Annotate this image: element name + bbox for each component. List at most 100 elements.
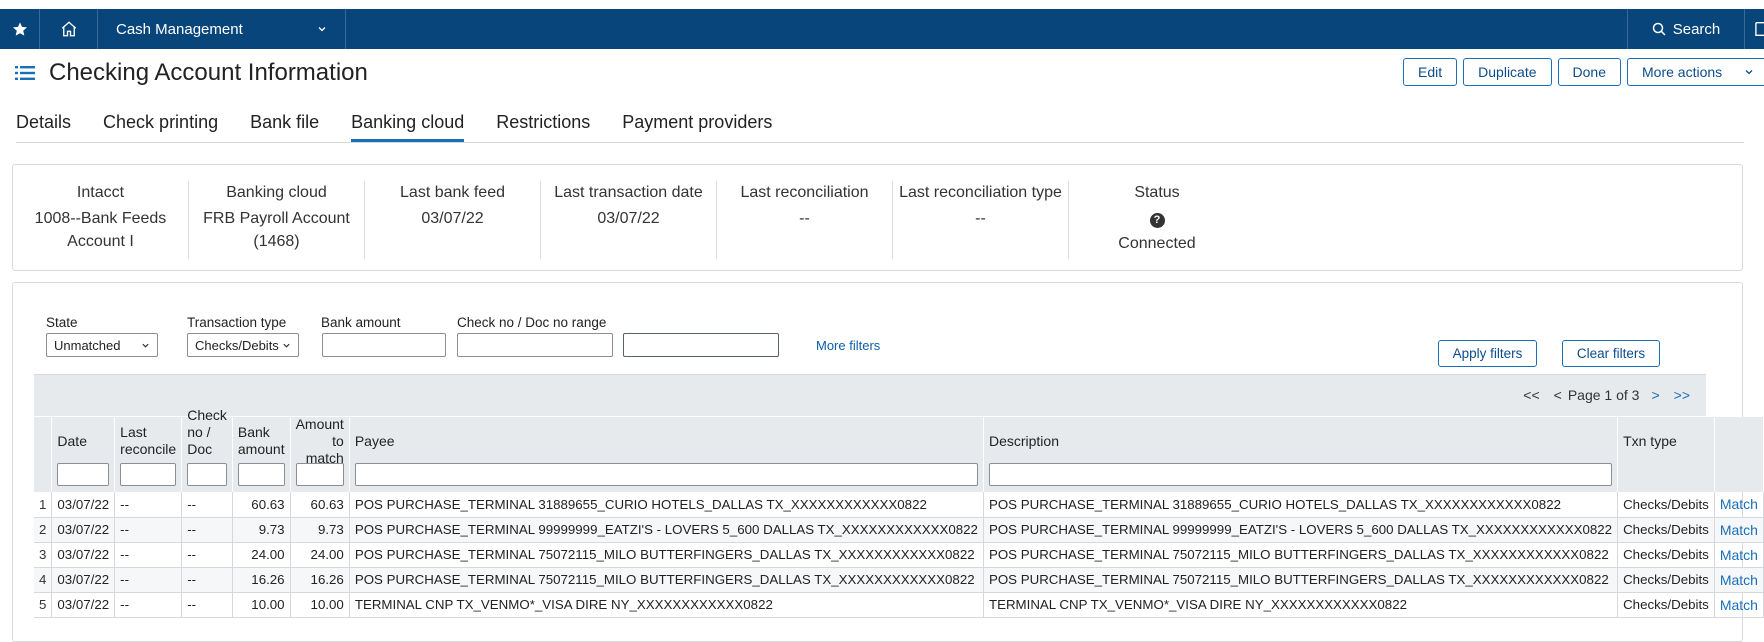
summary-label: Last reconciliation type xyxy=(899,184,1062,201)
cell-txn-type: Checks/Debits xyxy=(1617,567,1715,593)
summary-value: 03/07/22 xyxy=(597,210,660,227)
column-header-bank-amount[interactable]: Bank amount xyxy=(232,417,291,492)
column-header-description[interactable]: Description xyxy=(983,417,1619,492)
cell-amount-to-match: 60.63 xyxy=(290,492,350,518)
cell-description: TERMINAL CNP TX_VENMO*_VISA DIRE NY_XXXX… xyxy=(983,592,1619,618)
match-link[interactable]: Match xyxy=(1720,597,1758,613)
summary-value: 1008--Bank Feeds Account I xyxy=(34,210,167,250)
top-strip xyxy=(0,0,1764,9)
cell-description: POS PURCHASE_TERMINAL 75072115_MILO BUTT… xyxy=(983,542,1619,568)
cell-payee: POS PURCHASE_TERMINAL 31889655_CURIO HOT… xyxy=(349,492,984,518)
apply-filters-button[interactable]: Apply filters xyxy=(1438,340,1537,367)
summary-label: Intacct xyxy=(76,184,125,201)
payee-column-filter[interactable] xyxy=(354,463,978,486)
tabs-divider xyxy=(16,142,1744,143)
first-page-button[interactable]: << xyxy=(1523,387,1539,403)
search-button[interactable]: Search xyxy=(1627,9,1744,49)
summary-value: -- xyxy=(975,210,986,227)
question-circle-icon[interactable]: ? xyxy=(1149,213,1165,228)
last-page-button[interactable]: >> xyxy=(1674,387,1690,403)
column-header-payee[interactable]: Payee xyxy=(349,417,984,492)
last-reconcile-column-filter[interactable] xyxy=(120,463,177,486)
check-range-to-input[interactable] xyxy=(623,333,779,357)
check-range-from-input[interactable] xyxy=(457,333,613,357)
next-page-button[interactable]: > xyxy=(1651,387,1659,403)
match-link[interactable]: Match xyxy=(1720,547,1758,563)
header-label: Payee xyxy=(354,432,395,449)
pagination-bar: << < Page 1 of 3 > >> xyxy=(34,374,1706,416)
page-indicator: Page 1 of 3 xyxy=(1567,387,1640,403)
cell-txn-type: Checks/Debits xyxy=(1617,592,1715,618)
tab-banking-cloud[interactable]: Banking cloud xyxy=(351,112,465,142)
bank-amount-filter-input[interactable] xyxy=(322,333,446,357)
header-label: Txn type xyxy=(1623,432,1677,449)
cell-payee: POS PURCHASE_TERMINAL 75072115_MILO BUTT… xyxy=(349,542,984,568)
cell-bank-amount: 24.00 xyxy=(232,542,291,568)
tab-check-printing[interactable]: Check printing xyxy=(103,112,218,142)
cell-date: 03/07/22 xyxy=(51,517,116,543)
bank-amount-filter-label: Bank amount xyxy=(321,315,401,330)
done-button[interactable]: Done xyxy=(1557,58,1621,86)
state-filter-select[interactable]: Unmatched xyxy=(46,333,158,357)
cell-check-no: -- xyxy=(181,492,233,518)
summary-label: Banking cloud xyxy=(226,184,327,201)
more-filters-link[interactable]: More filters xyxy=(816,338,880,353)
date-column-filter[interactable] xyxy=(57,463,110,486)
column-header-txn-type[interactable]: Txn type xyxy=(1617,417,1715,492)
list-menu-icon[interactable] xyxy=(15,65,35,81)
cell-bank-amount: 16.26 xyxy=(232,567,291,593)
column-header-check-no[interactable]: Check no / Doc no xyxy=(181,407,233,492)
edit-button[interactable]: Edit xyxy=(1403,58,1458,86)
transaction-type-filter-select[interactable]: Checks/Debits xyxy=(187,333,299,357)
table-row[interactable]: 1 03/07/22 -- -- 60.63 60.63 POS PURCHASE_TERM… xyxy=(34,492,1764,518)
cell-bank-amount: 9.73 xyxy=(232,517,291,543)
tab-restrictions[interactable]: Restrictions xyxy=(496,112,590,142)
match-cell: Match xyxy=(1714,567,1764,593)
column-header-last-reconcile[interactable]: Last reconcile xyxy=(114,417,183,492)
cell-txn-type: Checks/Debits xyxy=(1617,542,1715,568)
table-row[interactable]: 4 03/07/22 -- -- 16.26 16.26 POS PURCHASE_TERM… xyxy=(34,567,1764,593)
status-value: Connected xyxy=(1118,235,1196,252)
search-label: Search xyxy=(1672,20,1721,38)
match-link[interactable]: Match xyxy=(1720,572,1758,588)
duplicate-button[interactable]: Duplicate xyxy=(1463,58,1552,86)
header-label: Description xyxy=(988,432,1059,449)
state-filter-value: Unmatched xyxy=(54,337,121,353)
tab-payment-providers[interactable]: Payment providers xyxy=(622,112,772,142)
summary-last-reconciliation-type: Last reconciliation type -- xyxy=(893,181,1069,259)
table-row[interactable]: 5 03/07/22 -- -- 10.00 10.00 TERMINAL CNP TX_V… xyxy=(34,592,1764,618)
cell-txn-type: Checks/Debits xyxy=(1617,492,1715,518)
bank-amount-column-filter[interactable] xyxy=(237,463,285,486)
table-row[interactable]: 3 03/07/22 -- -- 24.00 24.00 POS PURCHASE_TERM… xyxy=(34,542,1764,568)
match-column-header xyxy=(1714,417,1764,492)
favorites-star-icon[interactable] xyxy=(0,9,40,49)
summary-intacct: Intacct 1008--Bank Feeds Account I xyxy=(13,181,189,259)
summary-label: Last reconciliation xyxy=(740,184,869,201)
tab-bank-file[interactable]: Bank file xyxy=(250,112,319,142)
cell-description: POS PURCHASE_TERMINAL 75072115_MILO BUTT… xyxy=(983,567,1619,593)
summary-value: 03/07/22 xyxy=(421,210,484,227)
column-header-amount-to-match[interactable]: Amount to match xyxy=(290,416,350,492)
more-actions-button[interactable]: More actions xyxy=(1627,58,1764,86)
row-number: 3 xyxy=(34,542,53,568)
table-header-row: Date Last reconcile Check no / Doc no Ba… xyxy=(34,407,1764,492)
summary-label: Last bank feed xyxy=(400,184,505,201)
description-column-filter[interactable] xyxy=(988,463,1613,486)
check-no-column-filter[interactable] xyxy=(187,463,227,486)
cell-payee: POS PURCHASE_TERMINAL 75072115_MILO BUTT… xyxy=(349,567,984,593)
home-icon[interactable] xyxy=(40,9,98,49)
match-link[interactable]: Match xyxy=(1720,496,1758,512)
panel-toggle-icon[interactable] xyxy=(1744,9,1764,49)
module-selector[interactable]: Cash Management xyxy=(98,9,346,49)
previous-page-button[interactable]: < xyxy=(1554,387,1562,403)
clear-filters-button[interactable]: Clear filters xyxy=(1562,340,1660,367)
table-row[interactable]: 2 03/07/22 -- -- 9.73 9.73 POS PURCHASE_TERMIN… xyxy=(34,517,1764,543)
amount-to-match-column-filter[interactable] xyxy=(295,463,344,486)
summary-value: -- xyxy=(799,210,810,227)
tab-details[interactable]: Details xyxy=(16,112,71,142)
transaction-type-filter-value: Checks/Debits xyxy=(195,337,279,353)
cell-check-no: -- xyxy=(181,542,233,568)
column-header-date[interactable]: Date xyxy=(51,417,116,492)
match-link[interactable]: Match xyxy=(1720,522,1758,538)
summary-status: Status ? Connected xyxy=(1069,181,1245,259)
